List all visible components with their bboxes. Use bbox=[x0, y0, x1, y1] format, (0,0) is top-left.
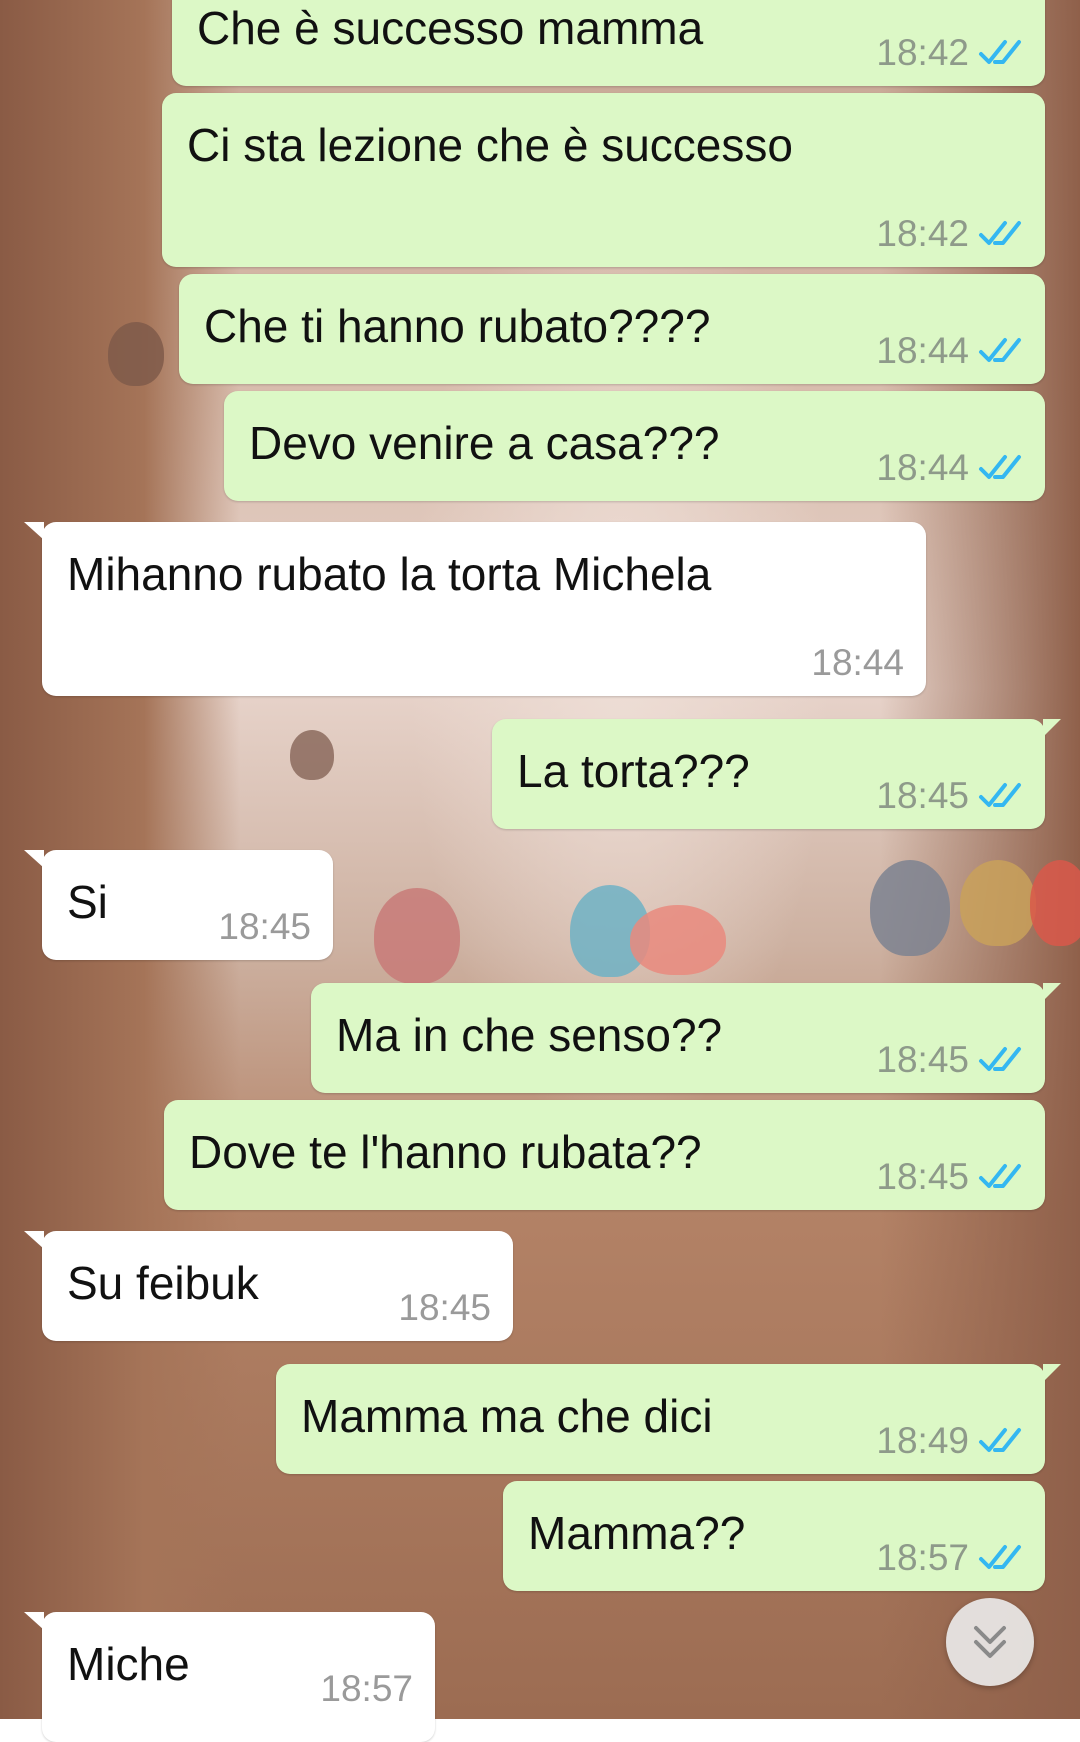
message-meta: 18:45 bbox=[876, 775, 1023, 817]
message-text: Si bbox=[67, 876, 108, 928]
message-meta: 18:45 bbox=[876, 1039, 1023, 1081]
message-time: 18:44 bbox=[876, 330, 969, 371]
double-check-icon bbox=[979, 1164, 1021, 1188]
message-meta: 18:44 bbox=[876, 447, 1023, 489]
message-time: 18:42 bbox=[876, 32, 969, 73]
outgoing-message[interactable]: Mamma ma che dici 18:49 bbox=[276, 1364, 1061, 1474]
incoming-message[interactable]: Mihanno rubato la torta Michela 18:44 bbox=[24, 522, 926, 696]
double-check-icon bbox=[979, 783, 1021, 807]
message-text: Mamma ma che dici bbox=[301, 1390, 713, 1442]
message-text: Su feibuk bbox=[67, 1257, 259, 1309]
message-time: 18:45 bbox=[876, 1156, 969, 1197]
message-text: Che ti hanno rubato???? bbox=[204, 300, 711, 352]
chat-conversation[interactable]: Che è successo mamma 18:42 Ci sta lezion… bbox=[0, 0, 1080, 1742]
double-check-icon bbox=[979, 1545, 1021, 1569]
outgoing-message[interactable]: La torta??? 18:45 bbox=[492, 719, 1061, 829]
message-text: Devo venire a casa??? bbox=[249, 417, 720, 469]
outgoing-message[interactable]: Ma in che senso?? 18:45 bbox=[311, 983, 1061, 1093]
message-text: Mamma?? bbox=[528, 1507, 746, 1559]
double-check-icon bbox=[979, 455, 1021, 479]
outgoing-message[interactable]: Mamma?? 18:57 bbox=[503, 1481, 1045, 1591]
scroll-to-bottom-button[interactable] bbox=[946, 1598, 1034, 1686]
message-meta: 18:42 bbox=[876, 213, 1023, 255]
message-text: Ci sta lezione che è successo bbox=[187, 119, 793, 171]
message-text: Dove te l'hanno rubata?? bbox=[189, 1126, 702, 1178]
message-text: Miche bbox=[67, 1638, 190, 1690]
message-time: 18:57 bbox=[320, 1668, 413, 1709]
outgoing-message[interactable]: Che ti hanno rubato???? 18:44 bbox=[179, 274, 1045, 384]
double-check-icon bbox=[979, 40, 1021, 64]
message-text: Ma in che senso?? bbox=[336, 1009, 723, 1061]
message-meta: 18:45 bbox=[218, 906, 311, 948]
incoming-message[interactable]: Si 18:45 bbox=[24, 850, 333, 960]
outgoing-message[interactable]: Dove te l'hanno rubata?? 18:45 bbox=[164, 1100, 1045, 1210]
message-time: 18:45 bbox=[876, 1039, 969, 1080]
message-meta: 18:45 bbox=[398, 1287, 491, 1329]
outgoing-message[interactable]: Che è successo mamma 18:42 bbox=[172, 0, 1045, 86]
message-text: La torta??? bbox=[517, 745, 750, 797]
message-text: Che è successo mamma bbox=[197, 2, 704, 54]
message-meta: 18:44 bbox=[811, 642, 904, 684]
double-check-icon bbox=[979, 338, 1021, 362]
message-text: Mihanno rubato la torta Michela bbox=[67, 548, 712, 600]
incoming-message[interactable]: Su feibuk 18:45 bbox=[24, 1231, 513, 1341]
double-check-icon bbox=[979, 1047, 1021, 1071]
message-meta: 18:42 bbox=[876, 32, 1023, 74]
message-time: 18:44 bbox=[876, 447, 969, 488]
message-time: 18:44 bbox=[811, 642, 904, 683]
message-meta: 18:44 bbox=[876, 330, 1023, 372]
double-check-icon bbox=[979, 1428, 1021, 1452]
double-check-icon bbox=[979, 221, 1021, 245]
message-meta: 18:45 bbox=[876, 1156, 1023, 1198]
outgoing-message[interactable]: Ci sta lezione che è successo 18:42 bbox=[162, 93, 1045, 267]
message-time: 18:45 bbox=[876, 775, 969, 816]
message-time: 18:49 bbox=[876, 1420, 969, 1461]
incoming-message[interactable]: Miche 18:57 bbox=[24, 1612, 435, 1742]
message-time: 18:45 bbox=[398, 1287, 491, 1328]
outgoing-message[interactable]: Devo venire a casa??? 18:44 bbox=[224, 391, 1045, 501]
message-meta: 18:57 bbox=[320, 1668, 413, 1710]
message-meta: 18:49 bbox=[876, 1420, 1023, 1462]
message-meta: 18:57 bbox=[876, 1537, 1023, 1579]
chevron-double-down-icon bbox=[974, 1626, 1006, 1658]
message-time: 18:45 bbox=[218, 906, 311, 947]
message-time: 18:42 bbox=[876, 213, 969, 254]
message-time: 18:57 bbox=[876, 1537, 969, 1578]
